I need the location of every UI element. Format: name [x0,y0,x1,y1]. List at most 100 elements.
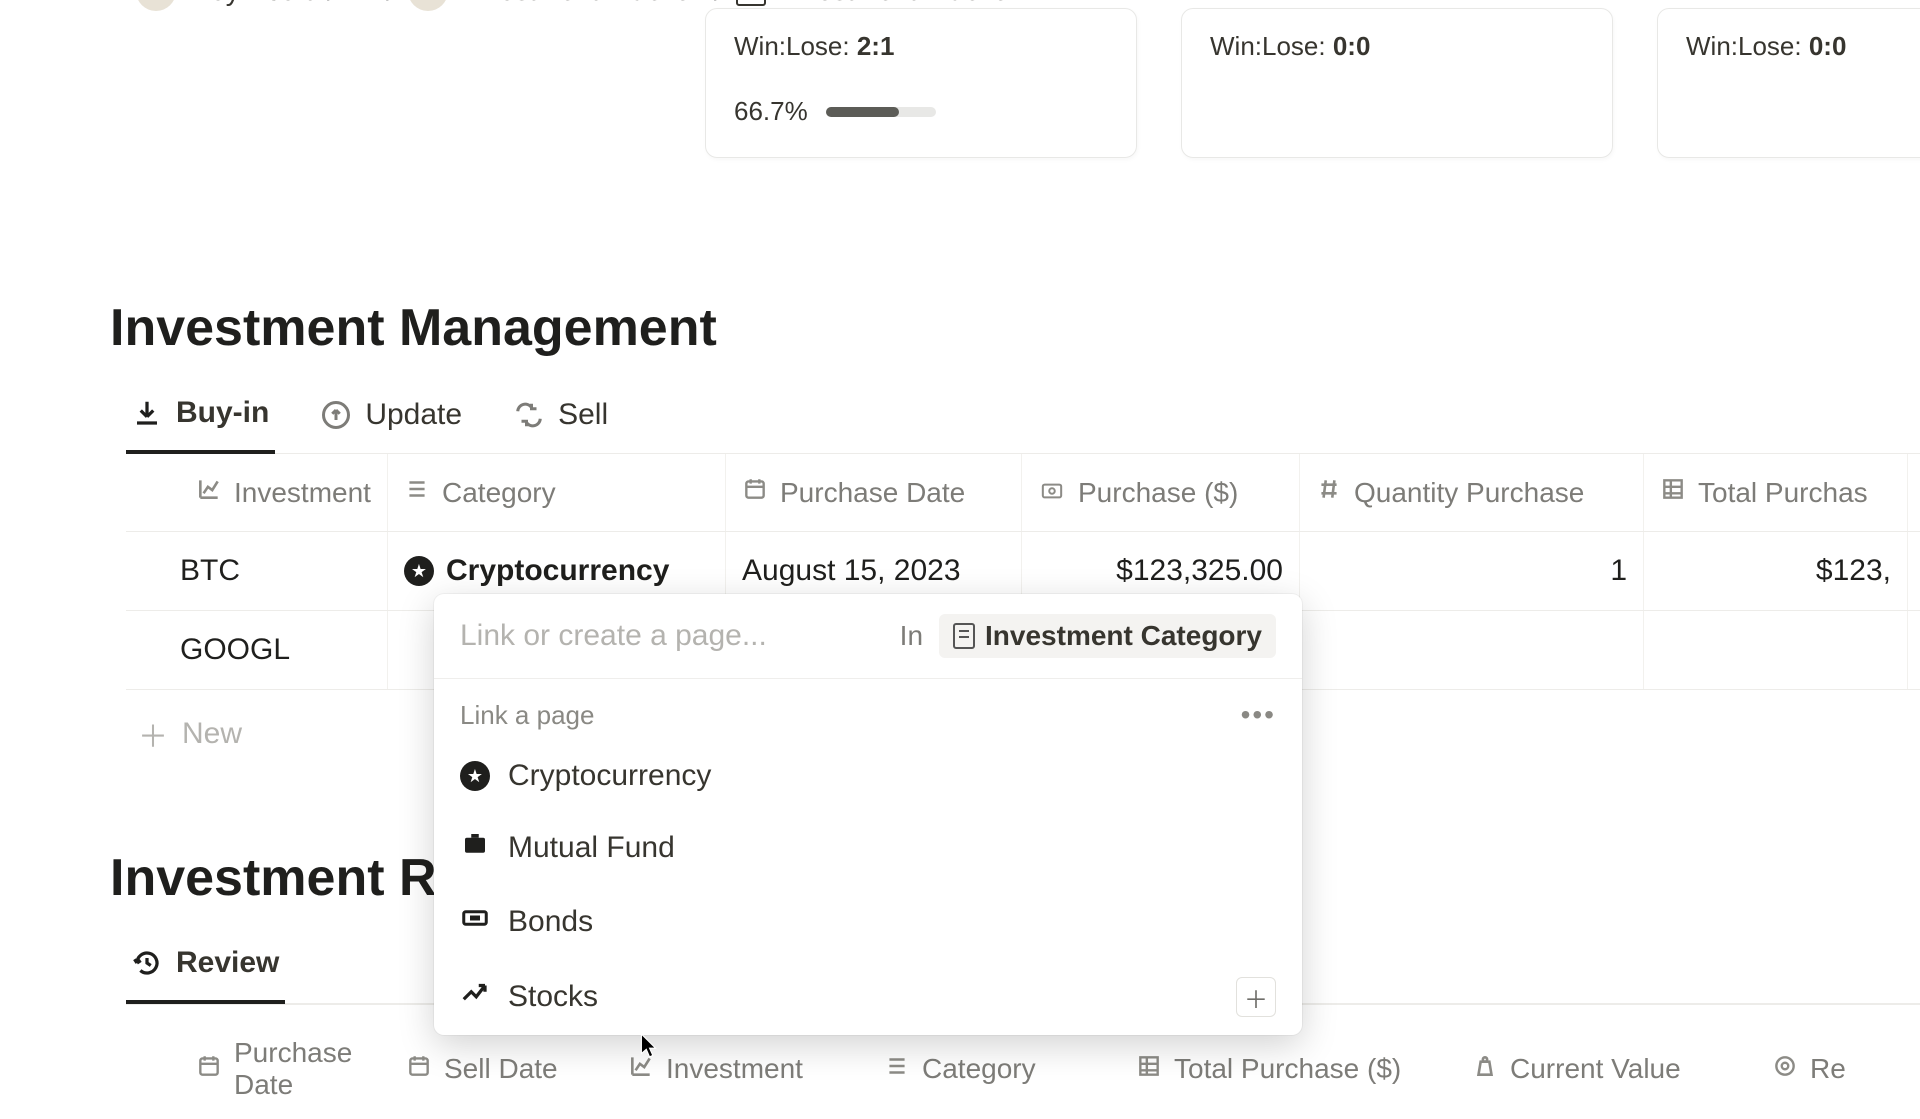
col-label: Purchase Date [234,1037,374,1101]
popover-item-cryptocurrency[interactable]: Cryptocurrency [434,741,1302,811]
tab-review[interactable]: Review [126,936,285,1004]
nav-forward-icon[interactable]: › [76,0,98,8]
section-title-management: Investment Management [110,298,1920,358]
nav-back-icon[interactable]: ‹ [40,0,62,8]
col-label: Purchase Date [780,477,965,509]
plus-icon: ＋ [138,712,168,756]
cell-investment[interactable]: BTC [126,532,388,610]
table-icon [1136,1053,1162,1086]
ticket-icon [460,903,490,941]
cell-investment[interactable]: GOOGL [126,611,388,689]
popover-item-label: Bonds [508,905,593,939]
breadcrumb-workspace[interactable]: HeyAlbert [190,0,313,7]
breadcrumb-current[interactable]: Investment Tracker [780,0,1018,7]
chart-icon [196,476,222,509]
more-icon[interactable]: ••• [1241,699,1276,731]
win-percent: 66.7% [734,96,808,127]
popover-item-mutual-fund[interactable]: Mutual Fund [434,811,1302,885]
col-header-category[interactable]: Category [388,454,726,531]
summary-card[interactable]: Win:Lose: 2:1 66.7% [705,8,1137,158]
new-label: New [182,717,242,751]
tab-label: Sell [558,398,608,432]
popover-item-label: Mutual Fund [508,831,675,865]
col-label: Category [442,477,556,509]
popover-item-bonds[interactable]: Bonds [434,885,1302,959]
trend-up-icon [460,978,490,1016]
history-icon [132,948,162,978]
tab-sell[interactable]: Sell [508,386,614,453]
cell-quantity[interactable] [1300,611,1644,689]
tab-label: Buy-in [176,396,269,430]
col-label: Total Purchase ($) [1174,1053,1401,1085]
summary-card[interactable]: Win:Lose: 0:0 [1657,8,1920,158]
target-icon [1772,1053,1798,1086]
mouse-cursor-icon [640,1033,658,1059]
winlose-label: Win:Lose: [1210,31,1326,61]
col-label: Investment [666,1053,803,1085]
breadcrumb-sep-icon: / [386,0,394,7]
col-label: Sell Date [444,1053,558,1085]
col-header-investment[interactable]: Investment [126,454,388,531]
col-label: Total Purchas [1698,477,1868,509]
summary-cards: Win:Lose: 2:1 66.7% Win:Lose: 0:0 Win:Lo… [0,8,1920,158]
breadcrumb-sep-icon: / [714,0,722,7]
col-header-total[interactable]: Total Purchas [1644,454,1908,531]
briefcase-icon [460,829,490,867]
col-label: Investment [234,477,371,509]
col-header-purchase-date[interactable]: Purchase Date [126,1019,390,1119]
table-header-row: Investment Category Purchase Date Purcha… [126,454,1920,532]
cell-total[interactable] [1644,611,1908,689]
col-label: Re [1810,1053,1846,1085]
page-icon [953,623,975,649]
popover-section-label: Link a page [460,700,594,731]
tab-buyin[interactable]: Buy-in [126,386,275,454]
winlose-label: Win:Lose: [734,31,850,61]
col-header-return[interactable]: Re [1756,1019,1846,1119]
col-label: Purchase ($) [1078,477,1238,509]
exchange-icon [514,400,544,430]
table-icon [1660,476,1686,509]
star-icon [460,761,490,791]
cell-category-text: Cryptocurrency [446,554,669,588]
col-header-current-value[interactable]: Current Value [1456,1019,1756,1119]
col-header-purchase[interactable]: Purchase ($) [1022,454,1300,531]
list-icon [404,476,430,509]
breadcrumb-parent[interactable]: Investment Tracker [462,0,700,7]
cell-total[interactable]: $123, [1644,532,1908,610]
popover-source-text: Investment Category [985,620,1262,652]
popover-item-label: Stocks [508,980,598,1014]
popover-item-label: Cryptocurrency [508,759,711,793]
cell-quantity[interactable]: 1 [1300,532,1644,610]
tab-label: Review [176,946,279,980]
star-icon [404,556,434,586]
winlose-label: Win:Lose: [1686,31,1802,61]
breadcrumb-ellipsis[interactable]: ... [349,0,372,7]
progress-bar [826,107,936,117]
calendar-icon [742,476,768,509]
col-label: Category [922,1053,1036,1085]
list-icon [884,1053,910,1086]
weight-icon [1472,1053,1498,1086]
tab-label: Update [365,398,462,432]
summary-card[interactable]: Win:Lose: 0:0 [1181,8,1613,158]
col-label: Quantity Purchase [1354,477,1584,509]
col-label: Current Value [1510,1053,1681,1085]
popover-search-input[interactable] [460,619,884,653]
add-new-button[interactable]: ＋ [1236,977,1276,1017]
page-icon [736,0,766,6]
col-header-quantity[interactable]: Quantity Purchase [1300,454,1644,531]
relation-popover: In Investment Category Link a page ••• C… [434,594,1302,1035]
popover-section-header: Link a page ••• [434,679,1302,741]
money-icon [1038,477,1066,509]
management-tabs: Buy-in Update Sell [126,386,1920,454]
hash-icon [1316,476,1342,509]
popover-source-tag[interactable]: Investment Category [939,614,1276,658]
upload-circle-icon [321,400,351,430]
popover-search-row: In Investment Category [434,594,1302,679]
popover-item-stocks[interactable]: Stocks ＋ [434,959,1302,1035]
tab-update[interactable]: Update [315,386,468,453]
download-icon [132,398,162,428]
calendar-icon [196,1053,222,1086]
winlose-value: 0:0 [1333,31,1371,61]
col-header-purchase-date[interactable]: Purchase Date [726,454,1022,531]
